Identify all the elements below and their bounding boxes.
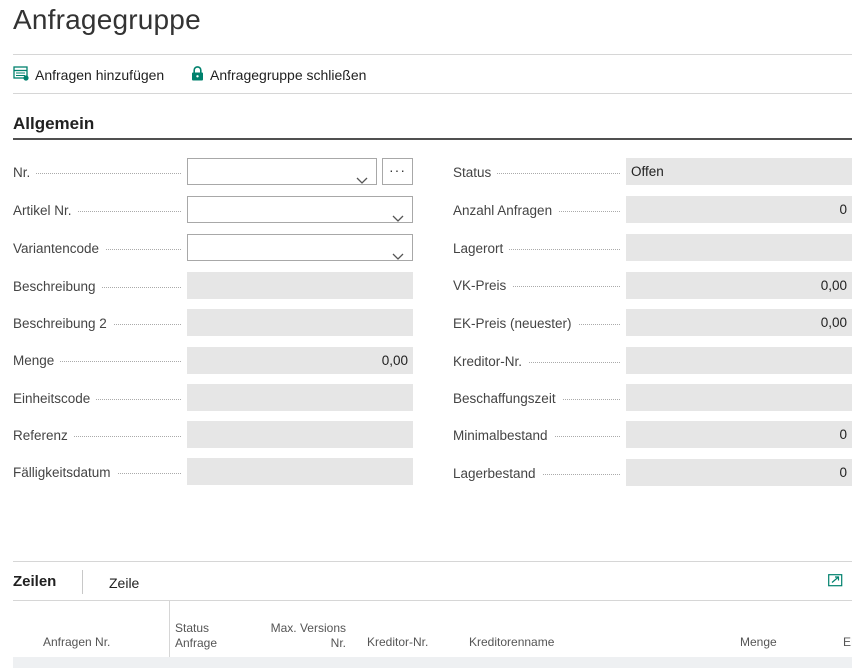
faelligkeitsdatum-field xyxy=(187,458,413,485)
ek-preis-field: 0,00 xyxy=(626,309,852,336)
label-referenz: Referenz xyxy=(13,428,181,443)
label-lagerbestand: Lagerbestand xyxy=(453,466,620,481)
referenz-field xyxy=(187,421,413,448)
beschreibung-field xyxy=(187,272,413,299)
expand-icon[interactable] xyxy=(828,574,843,592)
chevron-down-icon xyxy=(392,205,404,232)
nr-field[interactable] xyxy=(187,158,377,185)
label-beschreibung: Beschreibung xyxy=(13,279,181,294)
lines-separator xyxy=(82,570,83,594)
label-vk-preis: VK-Preis xyxy=(453,278,620,293)
close-group-label: Anfragegruppe schließen xyxy=(210,67,367,83)
label-nr: Nr. xyxy=(13,165,181,180)
col-anfragen-nr[interactable]: Anfragen Nr. xyxy=(43,635,110,650)
header-divider xyxy=(13,54,852,55)
label-beschaffungszeit: Beschaffungszeit xyxy=(453,391,620,406)
beschreibung-2-field xyxy=(187,309,413,336)
col-max-versions-nr[interactable]: Max. Versions Nr. xyxy=(265,621,346,651)
beschaffungszeit-field xyxy=(626,384,852,411)
lagerort-field xyxy=(626,234,852,261)
col-ek[interactable]: EK xyxy=(843,635,852,650)
label-einheitscode: Einheitscode xyxy=(13,391,181,406)
label-faelligkeitsdatum: Fälligkeitsdatum xyxy=(13,465,181,480)
col-kreditor-nr[interactable]: Kreditor-Nr. xyxy=(367,635,428,650)
table-row[interactable] xyxy=(13,657,852,668)
label-ek-preis: EK-Preis (neuester) xyxy=(453,316,620,331)
status-field: Offen xyxy=(626,158,852,185)
variantencode-field[interactable] xyxy=(187,234,413,261)
nr-more-button[interactable]: ··· xyxy=(382,158,413,185)
label-kreditor-nr: Kreditor-Nr. xyxy=(453,354,620,369)
page-title: Anfragegruppe xyxy=(13,4,201,35)
kreditor-nr-field xyxy=(626,347,852,374)
label-artikel-nr: Artikel Nr. xyxy=(13,203,181,218)
lines-top-divider xyxy=(13,561,852,562)
section-title-general: Allgemein xyxy=(13,114,95,133)
label-menge: Menge xyxy=(13,353,181,368)
add-requests-label: Anfragen hinzufügen xyxy=(35,67,165,83)
col-status-anfrage[interactable]: Status Anfrage xyxy=(175,621,217,651)
minimalbestand-field: 0 xyxy=(626,421,852,448)
actions-divider xyxy=(13,93,852,94)
col-menge[interactable]: Menge xyxy=(740,635,777,650)
column-divider xyxy=(169,601,170,657)
anzahl-anfragen-field: 0 xyxy=(626,196,852,223)
lines-tab-zeile[interactable]: Zeile xyxy=(109,575,139,591)
close-group-action[interactable]: Anfragegruppe schließen xyxy=(191,66,366,84)
add-requests-action[interactable]: Anfragen hinzufügen xyxy=(13,66,164,84)
lock-icon xyxy=(191,66,204,84)
artikel-nr-field[interactable] xyxy=(187,196,413,223)
lagerbestand-field: 0 xyxy=(626,459,852,486)
chevron-down-icon xyxy=(356,167,368,194)
section-underline xyxy=(13,138,852,140)
chevron-down-icon xyxy=(392,243,404,270)
label-beschreibung-2: Beschreibung 2 xyxy=(13,316,181,331)
einheitscode-field xyxy=(187,384,413,411)
label-lagerort: Lagerort xyxy=(453,241,620,256)
lines-header-divider xyxy=(13,600,852,601)
label-status: Status xyxy=(453,165,620,180)
label-anzahl-anfragen: Anzahl Anfragen xyxy=(453,203,620,218)
vk-preis-field: 0,00 xyxy=(626,272,852,299)
add-list-icon xyxy=(13,66,29,84)
col-kreditorenname[interactable]: Kreditorenname xyxy=(469,635,554,650)
label-variantencode: Variantencode xyxy=(13,241,181,256)
lines-title: Zeilen xyxy=(13,573,57,590)
menge-field: 0,00 xyxy=(187,347,413,374)
label-minimalbestand: Minimalbestand xyxy=(453,428,620,443)
